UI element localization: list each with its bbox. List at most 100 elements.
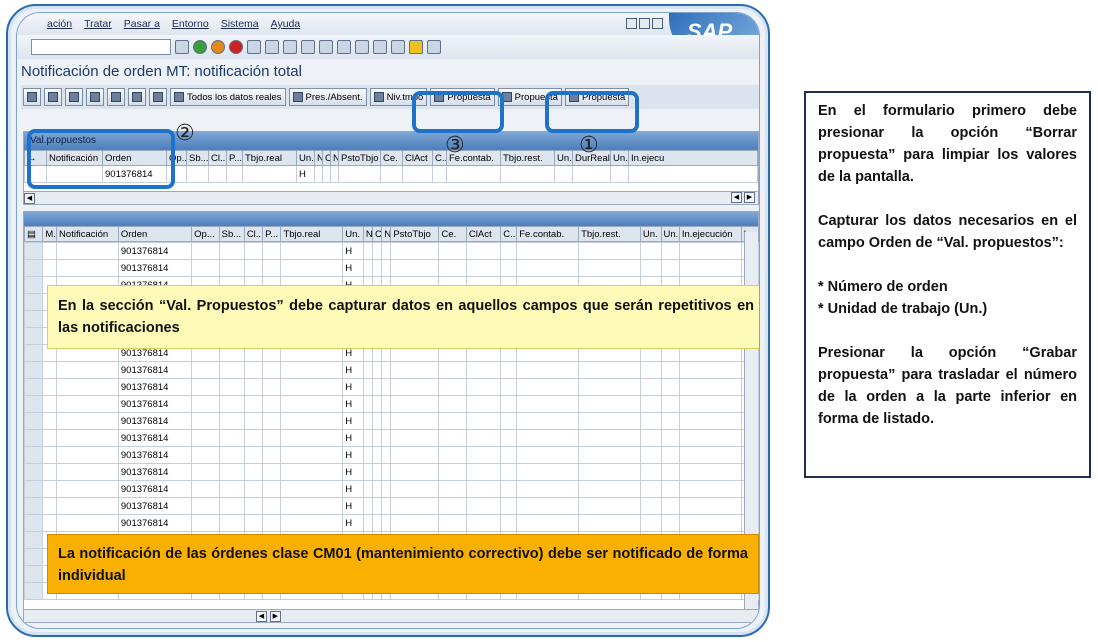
table-cell[interactable] xyxy=(660,412,680,430)
orden-cell[interactable]: 901376814 xyxy=(117,259,193,277)
table-cell[interactable] xyxy=(262,378,282,396)
tbjo-rest-field[interactable] xyxy=(500,165,555,183)
back-icon[interactable] xyxy=(193,40,207,54)
table-cell[interactable] xyxy=(578,259,641,277)
menu-item-ayuda[interactable]: Ayuda xyxy=(271,18,301,30)
table-cell[interactable] xyxy=(262,480,282,498)
un-cell[interactable]: H xyxy=(342,242,364,260)
table-cell[interactable] xyxy=(390,514,440,532)
table-cell[interactable] xyxy=(438,497,467,515)
orden-cell[interactable]: 901376814 xyxy=(117,361,193,379)
table-cell[interactable] xyxy=(516,361,580,379)
table-cell[interactable] xyxy=(516,259,580,277)
table-cell[interactable] xyxy=(516,463,580,481)
menu-item-sistema[interactable]: Sistema xyxy=(221,18,259,30)
table-cell[interactable] xyxy=(381,480,392,498)
table-cell[interactable] xyxy=(500,463,518,481)
table-cell[interactable] xyxy=(465,429,502,447)
table-cell[interactable] xyxy=(465,361,502,379)
table-cell[interactable] xyxy=(678,429,742,447)
table-cell[interactable] xyxy=(262,463,282,481)
table-cell[interactable] xyxy=(678,259,742,277)
row-selector[interactable] xyxy=(23,480,44,498)
table-cell[interactable] xyxy=(56,429,119,447)
table-cell[interactable] xyxy=(362,412,374,430)
table-cell[interactable] xyxy=(660,497,680,515)
print-list-button[interactable] xyxy=(65,88,83,106)
table-cell[interactable] xyxy=(56,259,119,277)
table-cell[interactable] xyxy=(500,395,518,413)
table-row[interactable]: 901376814H0( xyxy=(23,463,759,481)
table-cell[interactable] xyxy=(191,463,220,481)
table-cell[interactable] xyxy=(191,378,220,396)
table-cell[interactable] xyxy=(438,412,467,430)
table-cell[interactable] xyxy=(372,412,383,430)
table-row[interactable]: 901376814H0( xyxy=(23,412,759,430)
scroll-left-icon[interactable]: ◀ xyxy=(24,193,35,204)
table-cell[interactable] xyxy=(262,361,282,379)
help-icon[interactable] xyxy=(409,40,423,54)
row-selector[interactable] xyxy=(23,412,44,430)
table-cell[interactable] xyxy=(56,242,119,260)
un-cell[interactable]: H xyxy=(342,412,364,430)
table-cell[interactable] xyxy=(362,429,374,447)
table-cell[interactable] xyxy=(639,480,662,498)
table-cell[interactable] xyxy=(678,514,742,532)
table-cell[interactable] xyxy=(381,361,392,379)
table-cell[interactable] xyxy=(243,395,264,413)
table-cell[interactable] xyxy=(280,429,344,447)
table-cell[interactable] xyxy=(42,446,58,464)
table-cell[interactable] xyxy=(280,395,344,413)
table-cell[interactable] xyxy=(578,361,641,379)
table-cell[interactable] xyxy=(42,412,58,430)
table-cell[interactable] xyxy=(639,242,662,260)
table-cell[interactable] xyxy=(678,395,742,413)
table-cell[interactable] xyxy=(42,497,58,515)
table-cell[interactable] xyxy=(390,446,440,464)
table-cell[interactable] xyxy=(243,242,264,260)
command-field[interactable] xyxy=(31,39,171,55)
table-cell[interactable] xyxy=(516,378,580,396)
table-cell[interactable] xyxy=(500,378,518,396)
table-cell[interactable] xyxy=(262,514,282,532)
row-selector[interactable] xyxy=(23,395,44,413)
table-cell[interactable] xyxy=(218,429,245,447)
table-cell[interactable] xyxy=(465,378,502,396)
un-field[interactable]: H xyxy=(296,165,315,183)
un-cell[interactable]: H xyxy=(342,463,364,481)
table-cell[interactable] xyxy=(218,480,245,498)
menu-item-entorno[interactable]: Entorno xyxy=(172,18,209,30)
table-cell[interactable] xyxy=(262,446,282,464)
table-cell[interactable] xyxy=(191,242,220,260)
orden-cell[interactable]: 901376814 xyxy=(117,412,193,430)
layout-icon[interactable] xyxy=(427,40,441,54)
save-icon[interactable] xyxy=(175,40,189,54)
table-cell[interactable] xyxy=(243,497,264,515)
scroll-right-icon[interactable]: ▶ xyxy=(744,192,755,203)
first-page-icon[interactable] xyxy=(301,40,315,54)
table-cell[interactable] xyxy=(500,361,518,379)
table-cell[interactable] xyxy=(280,497,344,515)
table-cell[interactable] xyxy=(218,361,245,379)
list-horizontal-scrollbar[interactable]: ◀ ▶ xyxy=(24,609,758,622)
table-cell[interactable] xyxy=(639,361,662,379)
table-cell[interactable] xyxy=(390,361,440,379)
table-cell[interactable] xyxy=(678,378,742,396)
table-cell[interactable] xyxy=(381,514,392,532)
row-selector[interactable] xyxy=(23,463,44,481)
table-cell[interactable] xyxy=(639,395,662,413)
table-cell[interactable] xyxy=(465,412,502,430)
table-cell[interactable] xyxy=(56,514,119,532)
table-cell[interactable] xyxy=(243,514,264,532)
table-cell[interactable] xyxy=(578,395,641,413)
table-cell[interactable] xyxy=(362,378,374,396)
table-cell[interactable] xyxy=(381,378,392,396)
table-cell[interactable] xyxy=(516,395,580,413)
orden-cell[interactable]: 901376814 xyxy=(117,242,193,260)
table-cell[interactable] xyxy=(516,497,580,515)
un-cell[interactable]: H xyxy=(342,361,364,379)
last-page-icon[interactable] xyxy=(355,40,369,54)
table-cell[interactable] xyxy=(500,259,518,277)
table-cell[interactable] xyxy=(438,361,467,379)
menu-item-notificacion[interactable]: ación xyxy=(47,18,72,30)
